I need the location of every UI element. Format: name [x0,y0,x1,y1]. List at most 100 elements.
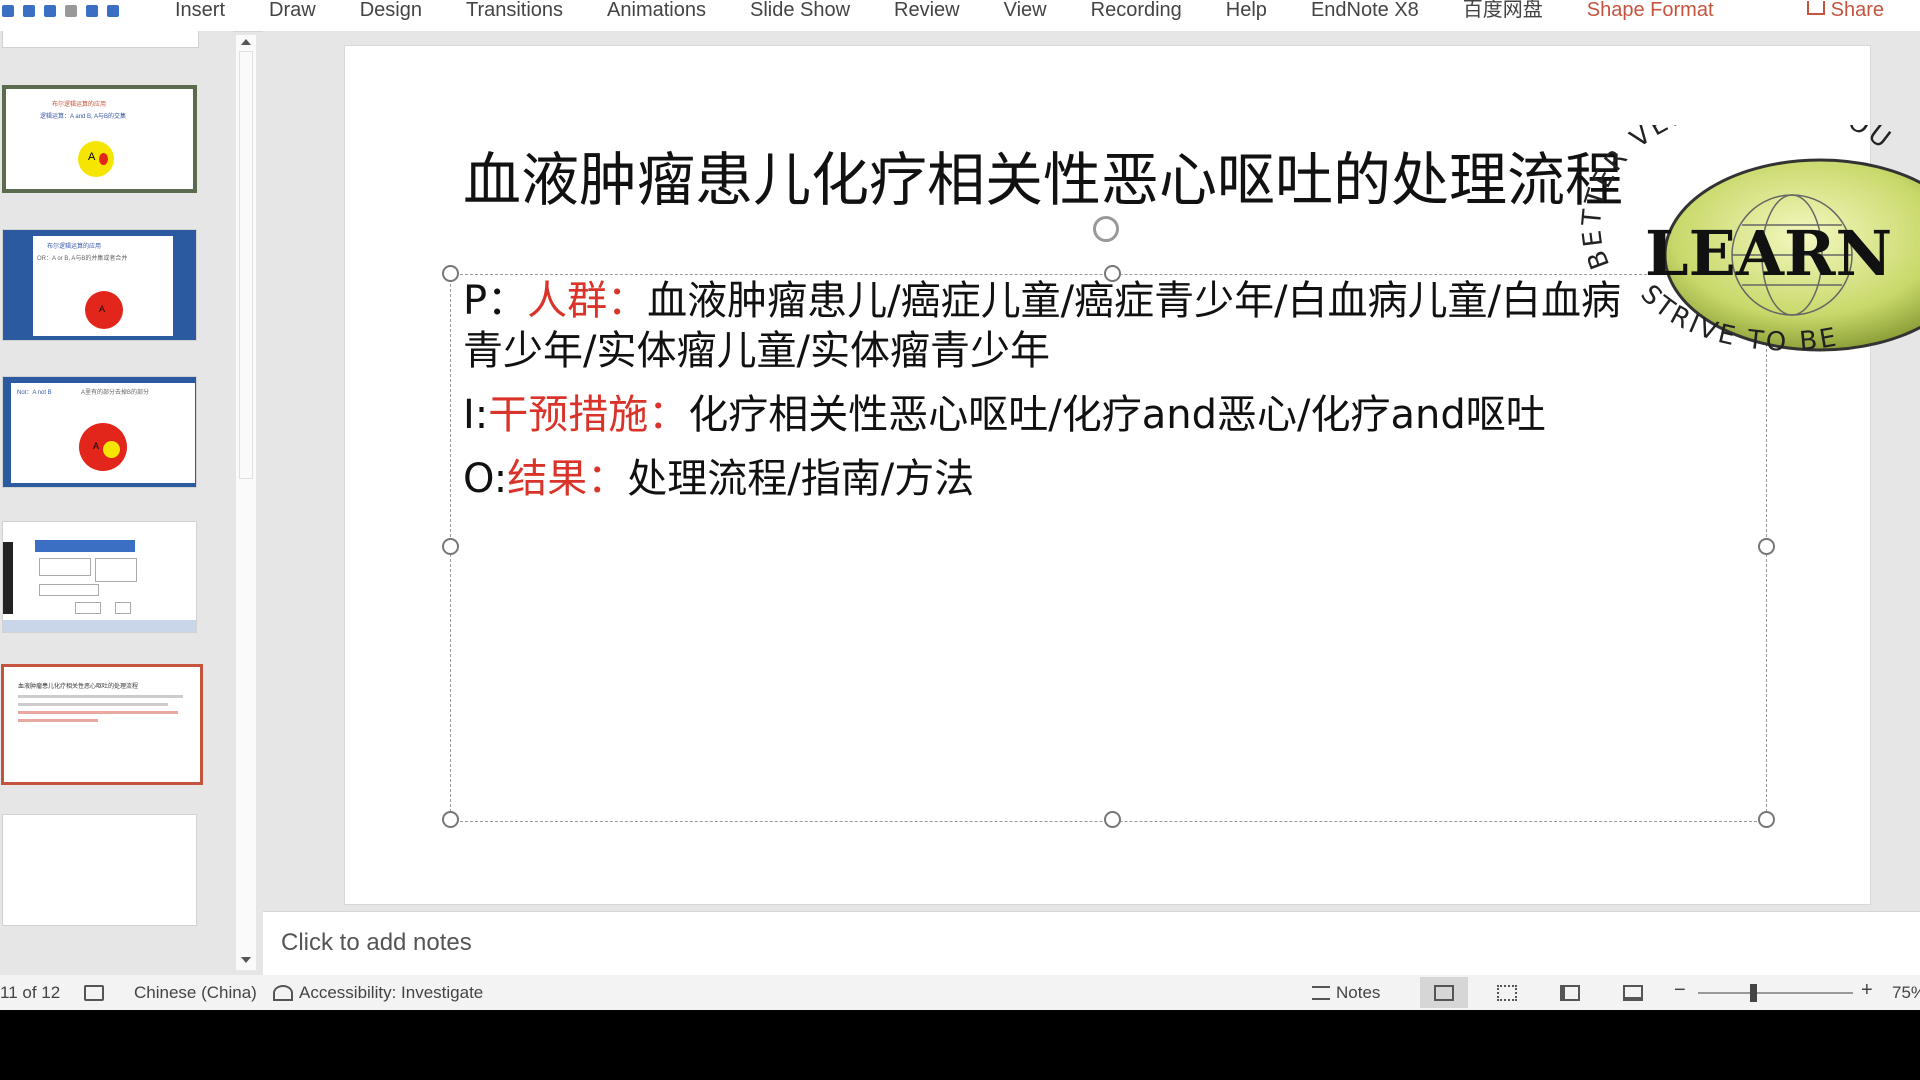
resize-handle[interactable] [1758,811,1775,828]
circle-b [99,153,108,165]
slide-sorter-icon[interactable] [1497,985,1517,1001]
slide-thumbnail-blank[interactable] [2,814,197,926]
i-text: 化疗相关性恶心呕吐/化疗and恶心/化疗and呕吐 [688,392,1546,438]
notes-toggle-button[interactable]: Notes [1312,983,1380,1003]
slide-thumbnail[interactable] [2,521,197,633]
o-prefix: O: [463,456,508,502]
keyboard-icon[interactable] [44,5,56,17]
zoom-slider[interactable] [1698,992,1853,994]
spell-check-icon[interactable] [84,983,104,1003]
rotate-handle-icon[interactable] [1093,216,1119,242]
zoom-out-button[interactable]: − [1674,979,1686,1002]
i-prefix: I: [463,392,489,438]
status-bar: 11 of 12 Chinese (China) Accessibility: … [0,975,1920,1010]
accessibility-button[interactable]: Accessibility: Investigate [273,983,483,1003]
thumbnail-text: 逻辑运算：A and B, A与B的交集 [40,114,127,120]
slide-thumbnail-pane: 布尔逻辑运算的应用 逻辑运算：A and B, A与B的交集 A 布尔逻辑运算的… [0,31,233,969]
flow-box [39,558,91,576]
thumbnail-scrollbar[interactable] [236,35,256,970]
thumbnail-header-bar [35,540,135,552]
thumbnail-line [18,703,168,706]
thumbnail-line [18,695,183,698]
notes-placeholder: Click to add notes [281,929,472,956]
language-indicator[interactable]: Chinese (China) [134,983,257,1003]
reading-view-icon[interactable] [1560,985,1580,1001]
thumbnail-bottom-band [3,620,196,632]
thumbnail-dark-edge [3,542,13,614]
slide-title[interactable]: 血液肿瘤患儿化疗相关性恶心呕吐的处理流程 [463,133,1623,217]
share-label: Share [1830,0,1884,21]
tab-shape-format[interactable]: Shape Format [1565,0,1736,20]
resize-handle[interactable] [1104,811,1121,828]
slide-thumbnail[interactable]: Not：A not B A里有的部分去掉B的部分 A [2,376,197,488]
learn-watermark-logo: LEARN BETTER VERSION OF YOU STRIVE TO BE [1577,125,1920,358]
zoom-in-button[interactable]: + [1861,979,1873,1002]
scroll-up-icon[interactable] [241,39,251,45]
share-icon [1806,1,1825,15]
tab-transitions[interactable]: Transitions [444,0,585,20]
notes-label: Notes [1336,983,1381,1002]
ribbon-tab-bar: Insert Draw Design Transitions Animation… [0,0,1920,32]
slide-counter[interactable]: 11 of 12 [0,983,60,1003]
tab-baidu-netdisk[interactable]: 百度网盘 [1441,0,1565,20]
thumbnail-slide-face: 布尔逻辑运算的应用 OR：A or B, A与B的并集或者合并 A [33,236,173,336]
tab-review[interactable]: Review [872,0,982,20]
slide-show-icon[interactable] [1623,985,1643,1001]
slide-body-text[interactable]: P：人群：血液肿瘤患儿/癌症儿童/癌症青少年/白血病儿童/白血病青少年/实体瘤儿… [463,276,1643,518]
tab-endnote[interactable]: EndNote X8 [1289,0,1441,20]
o-text: 处理流程/指南/方法 [627,456,975,502]
circle-label: A [99,304,106,314]
thumbnail-partial[interactable] [2,31,199,48]
thumbnail-text: A里有的部分去掉B的部分 [81,390,150,396]
scroll-thumb[interactable] [239,51,253,479]
normal-view-icon [1434,985,1454,1001]
accessibility-label: Accessibility: Investigate [299,983,484,1002]
tab-slide-show[interactable]: Slide Show [728,0,872,20]
circle-label: A [88,151,96,163]
zoom-level[interactable]: 75% [1892,983,1920,1003]
tab-view[interactable]: View [982,0,1069,20]
resize-handle[interactable] [442,265,459,282]
circle-a: A [78,141,114,177]
tab-design[interactable]: Design [338,0,444,20]
tab-help[interactable]: Help [1204,0,1289,20]
slide-thumbnail[interactable]: 布尔逻辑运算的应用 逻辑运算：A and B, A与B的交集 A [2,85,197,193]
normal-view-button[interactable] [1420,977,1468,1008]
tab-recording[interactable]: Recording [1069,0,1204,20]
tab-animations[interactable]: Animations [585,0,728,20]
p-keyword: 人群： [527,278,648,324]
zoom-slider-thumb[interactable] [1750,984,1757,1002]
tab-insert[interactable]: Insert [153,0,247,20]
scroll-down-icon[interactable] [241,957,251,963]
thumbnail-slide-face: Not：A not B A里有的部分去掉B的部分 A [11,383,195,483]
shirt-icon[interactable] [86,5,98,17]
resize-handle[interactable] [442,538,459,555]
quick-access-toolbar [2,0,119,22]
thumbnail-text: OR：A or B, A与B的并集或者合并 [37,256,128,262]
resize-handle[interactable] [442,811,459,828]
circle-label: A [93,441,100,451]
circle-ab: A [85,291,123,329]
notes-pane[interactable]: Click to add notes [263,911,1920,976]
accessibility-icon [273,985,293,1001]
slide-thumbnail[interactable]: 布尔逻辑运算的应用 OR：A or B, A与B的并集或者合并 A [2,229,197,341]
share-button[interactable]: Share [1806,0,1884,21]
outcome-line: O:结果：处理流程/指南/方法 [463,454,1643,504]
redo-icon[interactable] [23,5,35,17]
wrench-icon[interactable] [107,5,119,17]
touch-icon[interactable] [65,5,77,17]
resize-handle[interactable] [1758,538,1775,555]
slide-thumbnail-current[interactable]: 血液肿瘤患儿化疗相关性恶心呕吐的处理流程 [1,664,203,785]
intervention-line: I:干预措施：化疗相关性恶心呕吐/化疗and恶心/化疗and呕吐 [463,390,1643,440]
flow-box [39,584,99,596]
flow-box [115,602,131,614]
thumbnail-line [18,719,98,722]
thumbnail-title: 血液肿瘤患儿化疗相关性恶心呕吐的处理流程 [18,684,139,690]
i-keyword: 干预措施： [488,392,689,438]
flow-box [75,602,101,614]
p-prefix: P： [463,278,528,324]
undo-icon[interactable] [2,5,14,17]
thumbnail-title: 布尔逻辑运算的应用 [52,102,107,108]
tab-draw[interactable]: Draw [247,0,338,20]
o-keyword: 结果： [507,456,628,502]
